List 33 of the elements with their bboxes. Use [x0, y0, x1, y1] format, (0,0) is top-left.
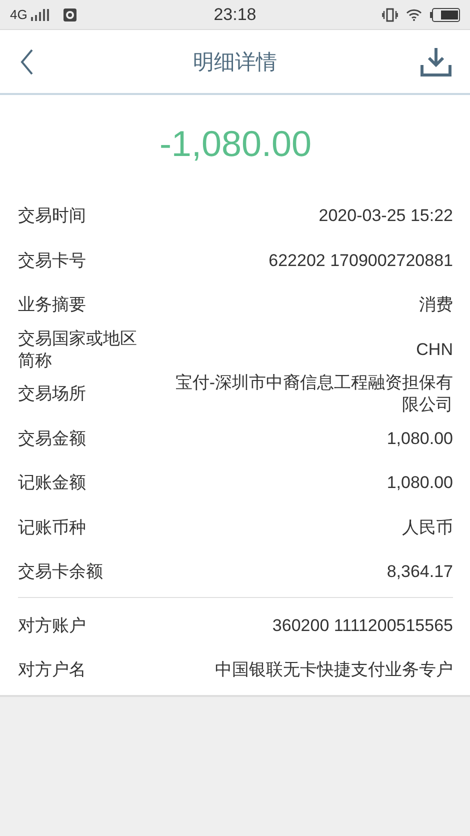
field-label: 交易卡号	[18, 250, 87, 272]
field-value: 消费	[419, 294, 453, 316]
field-value: 2020-03-25 15:22	[318, 205, 453, 228]
page-title: 明细详情	[192, 50, 278, 76]
app-icon	[63, 8, 78, 22]
battery-icon	[430, 8, 460, 22]
vibrate-icon	[382, 8, 398, 22]
network-label: 4G	[10, 7, 28, 22]
transaction-amount: -1,080.00	[158, 122, 313, 166]
field-value: CHN	[416, 338, 453, 361]
field-value: 1,080.00	[386, 472, 453, 494]
field-value: 宝付-深圳市中裔信息工程融资担保有限公司	[174, 372, 453, 416]
back-icon[interactable]	[20, 48, 34, 74]
field-value: 8,364.17	[386, 561, 453, 584]
field-label: 交易场所	[18, 383, 87, 406]
clock-time: 23:18	[212, 4, 258, 24]
field-label: 交易金额	[18, 428, 87, 450]
field-value: 622202 1709002720881	[268, 250, 453, 272]
field-label: 交易时间	[18, 205, 87, 228]
field-label: 交易卡余额	[18, 561, 104, 584]
signal-icon	[31, 8, 50, 20]
field-value: 中国银联无卡快捷支付业务专户	[215, 659, 453, 682]
field-label: 业务摘要	[18, 294, 87, 316]
field-label: 对方户名	[18, 659, 87, 682]
field-value: 360200 1111200515565	[272, 614, 453, 637]
field-value: 1,080.00	[386, 428, 453, 450]
wifi-icon	[406, 8, 422, 20]
download-icon[interactable]	[420, 46, 452, 76]
field-label: 对方账户	[18, 614, 87, 637]
field-label: 交易国家或地区简称	[18, 328, 138, 372]
field-label: 记账金额	[18, 472, 87, 494]
field-value: 人民币	[402, 516, 453, 539]
field-label: 记账币种	[18, 516, 87, 539]
